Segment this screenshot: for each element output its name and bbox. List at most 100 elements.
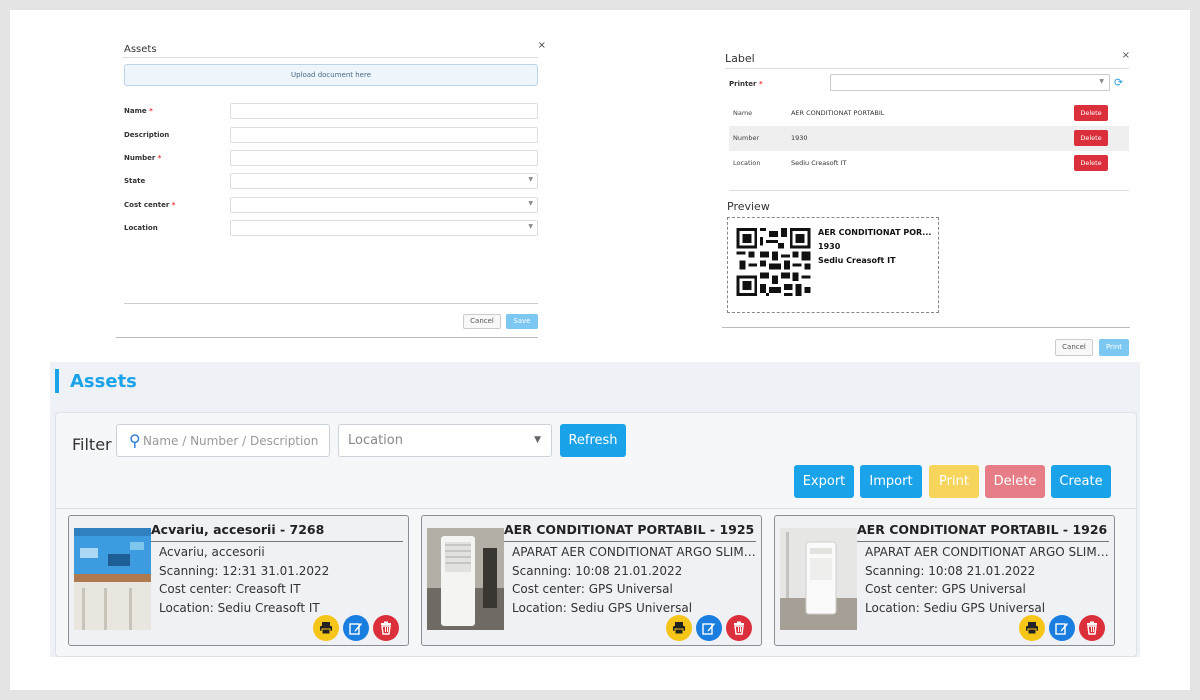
trash-icon[interactable]	[726, 615, 752, 641]
description-input[interactable]	[230, 127, 538, 143]
location-select[interactable]: ▼	[230, 220, 538, 236]
state-select[interactable]: ▼	[230, 173, 538, 189]
print-button[interactable]: Print	[929, 465, 979, 498]
asset-photo	[427, 528, 504, 630]
divider	[116, 337, 538, 338]
location-filter-select[interactable]: Location ▼	[338, 424, 552, 457]
delete-button[interactable]: Delete	[985, 465, 1045, 498]
asset-cost-center: Cost center: Creasoft IT	[159, 582, 301, 596]
label-row-name: Name AER CONDITIONAT PORTABIL Delete	[729, 101, 1129, 126]
cancel-button[interactable]: Cancel	[463, 314, 501, 329]
asset-form-title: Assets	[124, 44, 157, 55]
preview-location: Sediu Creasoft IT	[818, 256, 896, 265]
cost-center-label: Cost center	[124, 201, 170, 209]
name-input[interactable]	[230, 103, 538, 119]
print-icon[interactable]	[313, 615, 339, 641]
asset-actions	[1019, 615, 1109, 641]
divider	[725, 68, 1129, 69]
label-row-location: Location Sediu Creasoft IT Delete	[729, 151, 1129, 176]
assets-card: Filter ⚲ Location ▼ Refresh Export Impor…	[55, 412, 1137, 657]
asset-form-modal: Assets × Upload document here Name * Des…	[116, 40, 550, 340]
close-icon[interactable]: ×	[538, 40, 546, 51]
delete-row-button[interactable]: Delete	[1074, 105, 1108, 121]
preview-label: Preview	[727, 200, 770, 213]
printer-select[interactable]: ▼	[830, 74, 1110, 91]
number-input[interactable]	[230, 150, 538, 166]
divider	[122, 57, 538, 58]
page-title: Assets	[70, 371, 137, 392]
qr-code-icon	[736, 228, 811, 296]
import-button[interactable]: Import	[860, 465, 922, 498]
row-value: 1930	[791, 134, 808, 142]
create-button[interactable]: Create	[1051, 465, 1111, 498]
search-input[interactable]	[143, 432, 323, 450]
print-button[interactable]: Print	[1099, 339, 1129, 356]
asset-scanning: Scanning: 10:08 21.01.2022	[512, 564, 683, 578]
asset-card[interactable]: AER CONDITIONAT PORTABIL - 1925 APARAT A…	[421, 515, 762, 646]
print-icon[interactable]	[1019, 615, 1045, 641]
asset-photo	[74, 528, 151, 630]
divider	[124, 303, 538, 304]
asset-description: Acvariu, accesorii	[159, 545, 265, 559]
label-modal-title: Label	[725, 52, 755, 65]
close-icon[interactable]: ×	[1122, 50, 1130, 61]
name-label: Name	[124, 107, 147, 115]
label-modal: Label × Printer * ▼ ⟳ Name AER CONDITION…	[722, 48, 1134, 356]
asset-description: APARAT AER CONDITIONAT ARGO SLIMMY PO...	[865, 545, 1109, 559]
export-button[interactable]: Export	[794, 465, 854, 498]
asset-location: Location: Sediu Creasoft IT	[159, 601, 320, 615]
upload-document-button[interactable]: Upload document here	[124, 64, 538, 86]
filter-label: Filter	[72, 435, 112, 454]
asset-location: Location: Sediu GPS Universal	[865, 601, 1046, 615]
name-field-row: Name *	[124, 103, 538, 119]
location-placeholder: Location	[348, 433, 403, 448]
trash-icon[interactable]	[373, 615, 399, 641]
asset-photo	[780, 528, 857, 630]
assets-list-panel: Assets Filter ⚲ Location ▼ Refresh Expor…	[50, 362, 1140, 657]
cancel-button[interactable]: Cancel	[1055, 339, 1093, 356]
state-field-row: State ▼	[124, 173, 538, 189]
row-key: Number	[733, 134, 760, 142]
asset-card[interactable]: Acvariu, accesorii - 7268 Acvariu, acces…	[68, 515, 409, 646]
refresh-icon[interactable]: ⟳	[1114, 76, 1123, 89]
delete-row-button[interactable]: Delete	[1074, 155, 1108, 171]
chevron-down-icon: ▼	[1099, 78, 1104, 85]
preview-name: AER CONDITIONAT POR...	[818, 228, 932, 237]
asset-location: Location: Sediu GPS Universal	[512, 601, 693, 615]
number-label: Number	[124, 154, 156, 162]
search-icon: ⚲	[129, 431, 141, 450]
divider	[56, 508, 1136, 509]
search-field[interactable]: ⚲	[116, 424, 330, 457]
chevron-down-icon: ▼	[528, 176, 533, 183]
asset-title: Acvariu, accesorii - 7268	[151, 522, 325, 537]
screenshot-frame: Assets × Upload document here Name * Des…	[10, 10, 1190, 690]
description-field-row: Description	[124, 127, 538, 143]
asset-title: AER CONDITIONAT PORTABIL - 1926	[857, 522, 1108, 537]
number-field-row: Number *	[124, 150, 538, 166]
refresh-button[interactable]: Refresh	[560, 424, 626, 457]
row-value: AER CONDITIONAT PORTABIL	[791, 109, 885, 117]
chevron-down-icon: ▼	[534, 435, 541, 445]
asset-title: AER CONDITIONAT PORTABIL - 1925	[504, 522, 755, 537]
edit-icon[interactable]	[696, 615, 722, 641]
row-key: Name	[733, 109, 753, 117]
location-label: Location	[124, 224, 158, 232]
state-label: State	[124, 177, 146, 185]
chevron-down-icon: ▼	[528, 223, 533, 230]
preview-number: 1930	[818, 242, 841, 251]
save-button[interactable]: Save	[506, 314, 538, 329]
asset-description: APARAT AER CONDITIONAT ARGO SLIMMY PO...	[512, 545, 756, 559]
row-value: Sediu Creasoft IT	[791, 159, 847, 167]
asset-cost-center: Cost center: GPS Universal	[512, 582, 673, 596]
delete-row-button[interactable]: Delete	[1074, 130, 1108, 146]
chevron-down-icon: ▼	[528, 200, 533, 207]
print-icon[interactable]	[666, 615, 692, 641]
trash-icon[interactable]	[1079, 615, 1105, 641]
edit-icon[interactable]	[343, 615, 369, 641]
cost-center-select[interactable]: ▼	[230, 197, 538, 213]
edit-icon[interactable]	[1049, 615, 1075, 641]
divider	[722, 327, 1130, 328]
cost-center-field-row: Cost center * ▼	[124, 197, 538, 213]
row-key: Location	[733, 159, 761, 167]
asset-card[interactable]: AER CONDITIONAT PORTABIL - 1926 APARAT A…	[774, 515, 1115, 646]
